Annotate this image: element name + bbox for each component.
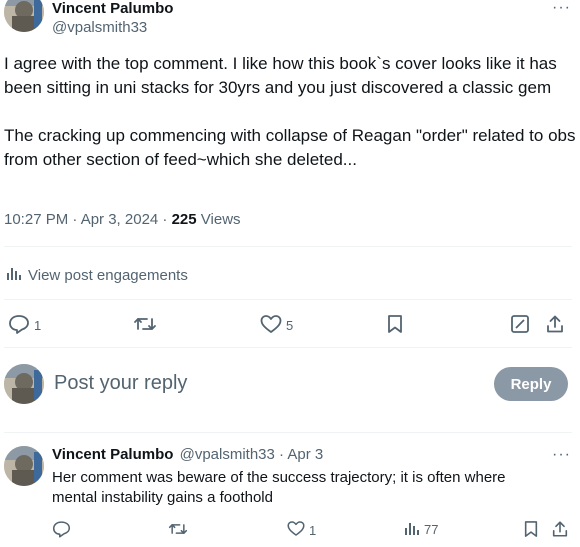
reply-like-count: 1: [309, 522, 317, 538]
analytics-icon: [404, 520, 420, 539]
bookmark-icon: [386, 314, 404, 337]
avatar: [4, 364, 44, 404]
like-action[interactable]: 5: [260, 314, 293, 337]
reply-views-count: 77: [424, 522, 439, 537]
reply-input[interactable]: Post your reply: [54, 372, 187, 395]
edit-action[interactable]: [510, 314, 530, 337]
repost-icon: [133, 314, 157, 337]
reply-action[interactable]: [52, 520, 71, 541]
divider: [4, 432, 572, 433]
reply-header: Vincent Palumbo @vpalsmith33 · Apr 3: [52, 446, 323, 463]
more-icon[interactable]: ···: [552, 447, 571, 463]
engagements-label: View post engagements: [28, 266, 188, 284]
share-action[interactable]: [545, 314, 565, 337]
repost-action[interactable]: [133, 314, 157, 337]
avatar[interactable]: [4, 446, 44, 486]
views-count: 225: [171, 211, 197, 228]
divider: [4, 299, 572, 300]
like-count: 5: [286, 318, 294, 333]
heart-icon: [287, 520, 305, 540]
reply-action[interactable]: 1: [8, 314, 41, 337]
bookmark-icon: [523, 520, 539, 541]
reply-button[interactable]: Reply: [494, 367, 568, 401]
post-meta: 10:27 PM · Apr 3, 2024 · 225 Views: [4, 211, 241, 228]
repost-icon: [168, 520, 188, 541]
bookmark-action[interactable]: [386, 314, 404, 337]
avatar[interactable]: [4, 0, 44, 32]
reply-author-handle[interactable]: @vpalsmith33: [180, 446, 275, 463]
views-action[interactable]: 77: [404, 520, 438, 539]
heart-icon: [260, 314, 282, 337]
views-label: Views: [196, 211, 241, 228]
reply-icon: [52, 520, 71, 541]
view-engagements-link[interactable]: View post engagements: [6, 265, 188, 285]
more-icon[interactable]: ···: [552, 0, 571, 16]
reply-text: Her comment was beware of the success tr…: [52, 469, 506, 506]
divider: [4, 347, 572, 348]
analytics-icon: [6, 265, 22, 285]
divider: [4, 246, 572, 247]
repost-action[interactable]: [168, 520, 188, 541]
reply-author-name[interactable]: Vincent Palumbo: [52, 446, 173, 463]
share-icon: [551, 520, 569, 541]
like-action[interactable]: 1: [287, 520, 316, 540]
edit-icon: [510, 314, 530, 337]
share-action[interactable]: [551, 520, 569, 541]
timestamp[interactable]: 10:27 PM · Apr 3, 2024 ·: [4, 211, 172, 228]
author-handle[interactable]: @vpalsmith33: [52, 19, 147, 36]
reply-icon: [8, 314, 30, 337]
author-name[interactable]: Vincent Palumbo: [52, 0, 173, 17]
post-text: I agree with the top comment. I like how…: [4, 54, 576, 169]
bookmark-action[interactable]: [523, 520, 539, 541]
reply-count: 1: [34, 318, 42, 333]
reply-date[interactable]: · Apr 3: [275, 446, 323, 463]
share-icon: [545, 314, 565, 337]
